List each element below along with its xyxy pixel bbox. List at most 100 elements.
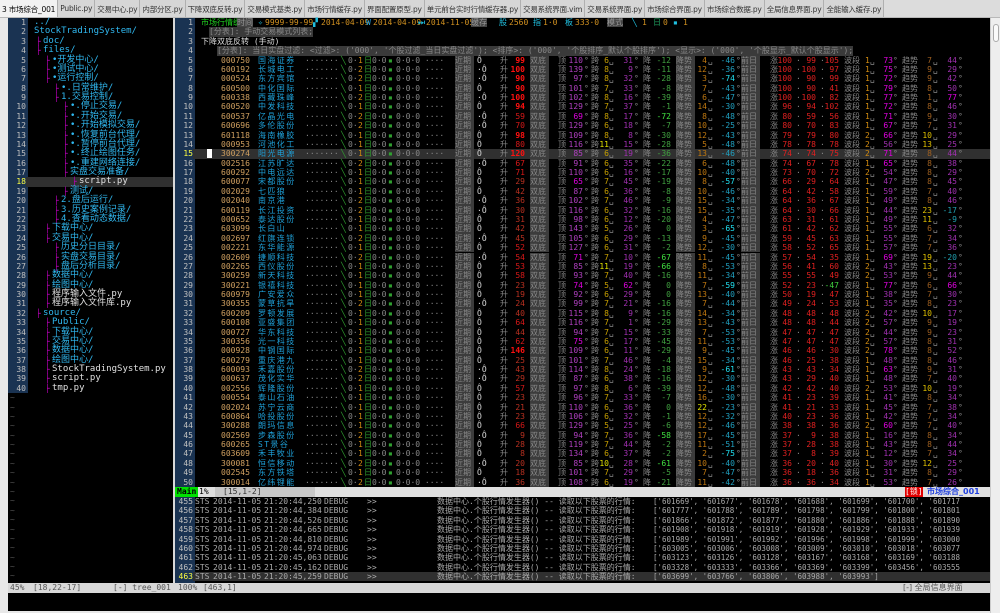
span-degree: 28 [623, 458, 633, 468]
table-row[interactable]: 44 300288 朗玛信息 ······· ╲ 0· 1 日 0·0 ▪ 0·0·0 ···· 近期… [175, 421, 990, 431]
table-row[interactable]: 34 000727 华东科技 ······· ╲ 0· 1 日 0·0 ▪ 0·0·0 ···· 近期… [175, 327, 990, 337]
tab-3[interactable]: 内部分区.py [140, 0, 186, 17]
prev-day-label: 前日 [741, 383, 760, 394]
: ° [584, 374, 589, 384]
tab-7[interactable]: 界面配置原型.py [364, 0, 425, 17]
tab-8[interactable]: 单元前台实时行情缓存器.py [424, 0, 522, 17]
table-row[interactable]: 32 600209 罗顿发展 ······· ╲ 0· 1 日 0·0 ▪ 0·0·0 ···· 近期… [175, 308, 990, 319]
table-row[interactable]: 48 300081 恒信移动 ······· ╲ 0· 2 日 0·0 ▪ 0·0·0 ···· 近期… [175, 458, 990, 469]
tab-4[interactable]: 下降双底反转.py [185, 0, 246, 17]
table-row[interactable]: 15 300274 阳光电源 ······· ╲ 0· 1 日 0·0 ▪ 0·0·0 ···· 近期… [175, 149, 990, 159]
table-row[interactable]: 40 002556 辉隆股份 ······· ╲ 0· 1 日 0·0 ▪ 0·0·0 ···· 近期… [175, 383, 990, 394]
tab-11[interactable]: 市场综合界面.py [645, 0, 705, 17]
tab-2[interactable]: 交易中心.py [95, 0, 141, 17]
: 0· [348, 102, 358, 112]
table-row[interactable]: 10 600520 中发科技 ······· ╲ 0· 1 日 0·0 ▪ 0·0·0 ···· 近期… [175, 102, 990, 112]
table-row[interactable]: 24 002697 红旗连锁 ······· ╲ 0· 2 日 0·0 ▪ 0·0·0 ···· 近期… [175, 233, 990, 244]
command-line[interactable] [8, 593, 990, 611]
tree-item[interactable]: 32 ├ source/ [8, 308, 173, 319]
recent-label: 近期 [455, 196, 474, 206]
table-row[interactable]: 31 300355 蒙草抗旱 ······· ╲ 0· 2 日 0·0 ▪ 0·0·0 ···· 近期… [175, 299, 990, 309]
table-row[interactable]: 7 000524 东方宾馆 ······· ╲ 0· 2 日 0·0 ▪ 0·0·0 ···· 近期 ·… [175, 74, 990, 84]
table-row[interactable]: 8 600500 中化国际 ······· ╲ 0· 1 日 0·0 ▪ 0·0·0 ···· 近期 … [175, 83, 990, 94]
table-row[interactable]: 11 600537 亿晶光电 ······· ╲ 0· 2 日 0·0 ▪ 0·0·0 ···· 近期… [175, 111, 990, 122]
: 0·0·0 ···· [396, 177, 445, 187]
: ␣ [933, 158, 938, 168]
tab-10[interactable]: 交易系统界面.py [585, 0, 646, 17]
table-row[interactable]: 20 002040 南京港 ······· ╲ 0· 2 日 0·0 ▪ 0·0·0 ···· 近期 ·… [175, 196, 990, 206]
up-a: 61 [782, 224, 792, 234]
table-row[interactable]: 5 000750 国海证券 ······· ╲ 0· 1 日 0·0 ▪ 0·0·0 ···· 近期 … [175, 55, 990, 65]
table-row[interactable]: 27 002265 西仪股份 ······· ╲ 0· 1 日 0·0 ▪ 0·0·0 ···· 近期… [175, 261, 990, 272]
line-number: 14 [175, 139, 193, 150]
table-row[interactable]: 36 000928 中钢国际 ······· ╲ 0· 1 日 0·0 ▪ 0·0·0 ···· 近期… [175, 346, 990, 356]
top-value: 94 [573, 327, 583, 337]
table-row[interactable]: 33 600108 亚盛集团 ······· ╲ 0· 1 日 0·0 ▪ 0·0·0 ···· 近期… [175, 318, 990, 328]
table-row[interactable]: 41 000554 泰山石油 ······· ╲ 0· 1 日 0·0 ▪ 0·0·0 ···· 近期… [175, 393, 990, 403]
table-row[interactable]: 14 000953 河池化工 ······· ╲ 0· 1 日 0·0 ▪ 0·0·0 ···· 近期… [175, 139, 990, 150]
tab-5[interactable]: 交易模式基类.py [245, 0, 306, 17]
tab-13[interactable]: 全局信息界面.py [764, 0, 825, 17]
day-icon: 日 [364, 411, 372, 421]
table-row[interactable]: 43 600864 哈投股份 ······· ╲ 0· 1 日 0·0 ▪ 0·0·0 ···· 近期… [175, 411, 990, 422]
table-row[interactable]: 9 600338 西藏珠峰 ······· ╲ 0· 2 日 0·0 ▪ 0·0·0 ···· 近期 ·… [175, 93, 990, 103]
tab-6[interactable]: 市场行情缓存.py [305, 0, 365, 17]
wave-value: 35 [883, 299, 893, 309]
: ° [958, 64, 963, 74]
tree-item[interactable]: 40 ├ tmp.py [8, 383, 173, 394]
table-row[interactable]: 26 002609 捷顺科技 ······· ╲ 0· 2 日 0·0 ▪ 0·0·0 ···· 近期… [175, 252, 990, 262]
fall-trend-b: -45 [720, 346, 735, 356]
log-pane[interactable]: 455 STS 2014-11-05 21:20:44,250 DEBUG >> 数据中心.… [175, 497, 990, 583]
table-row[interactable]: 29 300221 银禧科技 ······· ╲ 0· 1 日 0·0 ▪ 0·0·0 ···· 近期… [175, 280, 990, 290]
table-row[interactable]: 22 000652 泰达股份 ······· ╲ 0· 1 日 0·0 ▪ 0·0·0 ···· 近期… [175, 214, 990, 225]
table-row[interactable]: 21 600119 长江投资 ······· ╲ 0· 2 日 0·0 ▪ 0·0·0 ···· 近期… [175, 205, 990, 215]
score: 42 [515, 224, 525, 234]
tree-item[interactable]: 2 StockTradingSystem/ [8, 26, 173, 37]
tab-14[interactable]: 全能输入缓存.py [824, 0, 885, 17]
market-table-pane[interactable]: 1 市场行情缓存 时间 ✧ 9999-99-99 ▞ 2014-04-09 W 2014-04-… [175, 18, 990, 487]
table-row[interactable]: 17 600292 中电远达 ······· ╲ 0· 1 日 0·0 ▪ 0·0·0 ···· 近期… [175, 168, 990, 178]
: 0·0·0 ···· [396, 355, 445, 365]
table-row[interactable]: 12 600696 多伦股份 ······· ╲ 0· 2 日 0·0 ▪ 0·0·0 ···· 近期… [175, 121, 990, 131]
span-degree: 40 [623, 271, 633, 281]
table-row[interactable]: 37 600279 重庆港九 ······· ╲ 0· 1 日 0·0 ▪ 0·0·0 ···· 近期… [175, 355, 990, 366]
: ° [584, 64, 589, 74]
tab-12[interactable]: 市场综合数据.py [704, 0, 765, 17]
tab-0[interactable]: 3 市场综合_001 [0, 0, 59, 17]
tree-item[interactable]: 31 ├ 程序输入文件库.py [8, 299, 173, 309]
table-row[interactable]: 25 002221 东华能源 ······· ╲ 0· 1 日 0·0 ▪ 0·0·0 ···· 近期… [175, 243, 990, 253]
tree-item[interactable]: 3 ├ doc/ [8, 36, 173, 47]
table-row[interactable]: 30 600979 广安爱众 ······· ╲ 0· 1 日 0·0 ▪ 0·0·0 ···· 近期… [175, 290, 990, 300]
: 0· [348, 383, 358, 393]
file-tree-pane[interactable]: 1 ../2 StockTradingSystem/3 ├ doc/4 ├ files/5 ├… [8, 17, 173, 583]
table-row[interactable]: 50 300014 亿纬锂能 ······· ╲ 0· 2 日 0·0 ▪ 0·0·0 ···· 近期… [175, 477, 990, 487]
table-row[interactable]: 46 600265 ST景谷 ······· ╲ 0· 1 日 0·0 ▪ 0·0·0 ···· 近期… [175, 440, 990, 450]
scrollbar[interactable] [990, 18, 1000, 613]
table-row[interactable]: 39 000637 茂化实华 ······· ╲ 0· 2 日 0·0 ▪ 0·0·0 ···· 近期… [175, 374, 990, 384]
pre-mark: Ô [477, 402, 482, 412]
table-row[interactable]: 16 002516 江苏旷达 ······· ╲ 0· 2 日 0·0 ▪ 0·0·0 ···· 近期… [175, 158, 990, 169]
table-row[interactable]: 42 002024 苏宁云商 ······· ╲ 0· 1 日 0·0 ▪ 0·0·0 ···· 近期… [175, 402, 990, 412]
tab-9[interactable]: 交易系统界面.vim [521, 0, 586, 17]
table-row[interactable]: 6 600192 长城电工 ······· ╲ 0· 2 日 0·0 ▪ 0·0·0 ···· 近期 ·… [175, 64, 990, 75]
block-icon: ▪ [388, 374, 393, 384]
fall-trend-a: 6 [702, 93, 707, 103]
tab-1[interactable]: Public.py [58, 0, 96, 17]
table-row[interactable]: 23 603099 长白山 ······· ╲ 0· 1 日 0·0 ▪ 0·0·0 ···· 近期 … [175, 224, 990, 234]
table-row[interactable]: 45 002569 步森股份 ······· ╲ 0· 2 日 0·0 ▪ 0·0·0 ···· 近期… [175, 430, 990, 441]
score: 43 [515, 365, 525, 375]
table-row[interactable]: 18 600077 宋都股份 ······· ╲ 0· 1 日 0·0 ▪ 0·0·0 ···· 近期… [175, 177, 990, 187]
table-row[interactable]: 49 002545 东方铁塔 ······· ╲ 0· 1 日 0·0 ▪ 0·0·0 ···· 近期… [175, 468, 990, 478]
trend-n: 8 [927, 149, 932, 159]
table-row[interactable]: 35 300356 光一科技 ······· ╲ 0· 1 日 0·0 ▪ 0·0·0 ···· 近期… [175, 336, 990, 347]
day-icon: 日 [364, 261, 372, 271]
span-value: 6 [604, 402, 609, 412]
table-row[interactable]: 38 600093 禾嘉股份 ······· ╲ 0· 2 日 0·0 ▪ 0·0·0 ···· 近期… [175, 365, 990, 375]
wave-label: 波段 [844, 74, 860, 84]
tree-item[interactable]: 39 ├ script.py [8, 374, 173, 384]
table-row[interactable]: 28 300259 新天科技 ······· ╲ 0· 1 日 0·0 ▪ 0·0·0 ···· 近期… [175, 271, 990, 281]
scrollbar-thumb[interactable] [993, 24, 999, 42]
table-row[interactable]: 13 601118 海南橡胶 ······· ╲ 0· 1 日 0·0 ▪ 0·0·0 ···· 近期… [175, 130, 990, 140]
table-row[interactable]: 19 002029 七匹狼 ······· ╲ 0· 1 日 0·0 ▪ 0·0·0 ···· 近期 … [175, 186, 990, 197]
table-row[interactable]: 47 603609 禾丰牧业 ······· ╲ 0· 1 日 0·0 ▪ 0·0·0 ···· 近期… [175, 449, 990, 459]
